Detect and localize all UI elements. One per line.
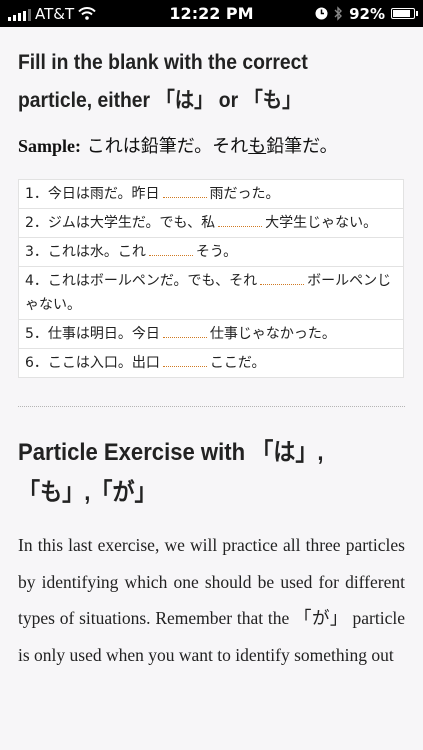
bluetooth-icon (334, 6, 343, 21)
table-row: 3．これは水。これ そう。 (18, 237, 404, 267)
section-divider (18, 406, 405, 407)
sample-underlined: も (248, 136, 267, 157)
exercise-cell: 2．ジムは大学生だ。でも、私 大学生じゃない。 (18, 208, 404, 238)
answer-blank[interactable] (162, 322, 207, 338)
sample-sentence: Sample: これは鉛筆だ。それも鉛筆だ。 (18, 132, 405, 161)
status-time: 12:22 PM (169, 4, 254, 23)
exercise-pre: 5．仕事は明日。今日 (25, 326, 160, 342)
section2-title-line2: 「も」,「が」 (18, 479, 157, 506)
answer-blank[interactable] (162, 351, 207, 367)
section1-title-line2: particle, either 「は」 or 「も」 (18, 89, 302, 112)
exercise-pre: 3．これは水。これ (25, 244, 146, 260)
section2-title-line1: Particle Exercise with 「は」, (18, 439, 324, 466)
exercise-post: 仕事じゃなかった。 (209, 326, 336, 342)
wifi-icon (78, 7, 96, 20)
exercise-post: 雨だった。 (209, 186, 280, 202)
section2-paragraph: In this last exercise, we will practice … (18, 535, 405, 665)
section1-title: Fill in the blank with the correct parti… (18, 44, 374, 120)
status-left: AT&T (8, 5, 148, 23)
exercise-cell: 3．これは水。これ そう。 (18, 237, 404, 267)
carrier-label: AT&T (35, 4, 75, 23)
exercise-cell: 5．仕事は明日。今日 仕事じゃなかった。 (18, 319, 404, 349)
signal-bars-icon (8, 7, 31, 21)
status-bar: AT&T 12:22 PM 92% (0, 0, 423, 27)
table-row: 2．ジムは大学生だ。でも、私 大学生じゃない。 (18, 208, 404, 238)
sample-label: Sample: (18, 136, 81, 156)
section1-title-line1: Fill in the blank with the correct (18, 51, 308, 74)
exercise-table: 1．今日は雨だ。昨日 雨だった。 2．ジムは大学生だ。でも、私 大学生じゃない。 3… (18, 179, 404, 378)
exercise-post: そう。 (195, 244, 238, 260)
table-row: 4．これはボールペンだ。でも、それ ボールペンじゃない。 (18, 266, 404, 320)
article-page[interactable]: Fill in the blank with the correct parti… (0, 27, 423, 750)
exercise-pre: 1．今日は雨だ。昨日 (25, 186, 160, 202)
exercise-post: ここだ。 (209, 355, 266, 371)
exercise-cell: 6．ここは入口。出口 ここだ。 (18, 348, 404, 378)
answer-blank[interactable] (162, 182, 207, 198)
exercise-pre: 4．これはボールペンだ。でも、それ (25, 273, 258, 289)
exercise-pre: 2．ジムは大学生だ。でも、私 (25, 215, 216, 231)
table-row: 6．ここは入口。出口 ここだ。 (18, 348, 404, 378)
section2-title: Particle Exercise with 「は」, 「も」,「が」 (18, 433, 374, 513)
answer-blank[interactable] (260, 269, 305, 285)
exercise-pre: 6．ここは入口。出口 (25, 355, 160, 371)
exercise-cell: 4．これはボールペンだ。でも、それ ボールペンじゃない。 (18, 266, 404, 320)
sample-pre: これは鉛筆だ。それ (81, 136, 249, 157)
answer-blank[interactable] (218, 211, 263, 227)
status-right: 92% (275, 4, 418, 23)
table-row: 1．今日は雨だ。昨日 雨だった。 (18, 179, 404, 209)
battery-fill (393, 10, 410, 17)
clock-icon (315, 7, 328, 20)
exercise-post: 大学生じゃない。 (265, 215, 378, 231)
battery-percent: 92% (349, 4, 385, 23)
exercise-cell: 1．今日は雨だ。昨日 雨だった。 (18, 179, 404, 209)
sample-post: 鉛筆だ。 (266, 136, 338, 157)
battery-icon (391, 8, 418, 19)
table-row: 5．仕事は明日。今日 仕事じゃなかった。 (18, 319, 404, 349)
answer-blank[interactable] (148, 240, 193, 256)
